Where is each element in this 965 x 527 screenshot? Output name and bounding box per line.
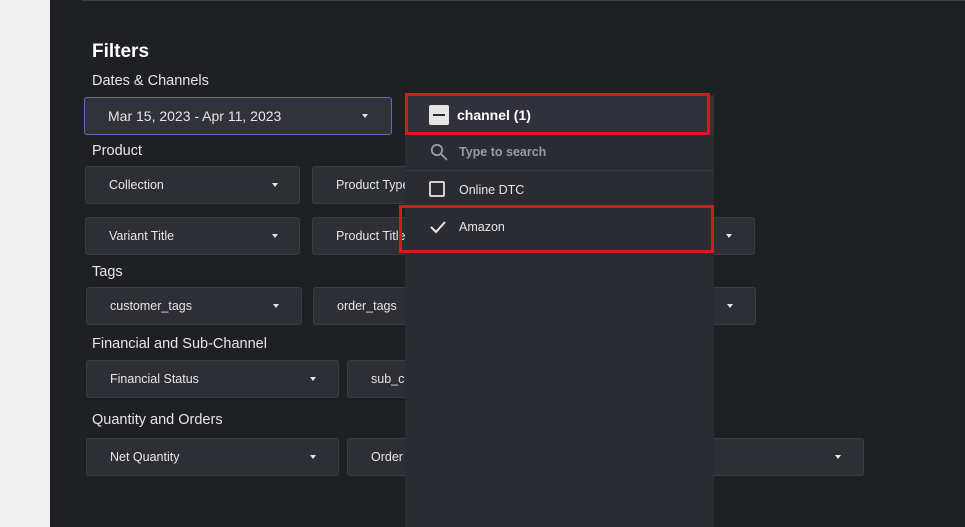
chevron-down-icon — [310, 455, 316, 459]
option-online-dtc[interactable]: Online DTC — [405, 172, 714, 208]
date-range-dropdown[interactable]: Mar 15, 2023 - Apr 11, 2023 — [84, 97, 392, 135]
search-icon — [430, 143, 448, 161]
chevron-down-icon — [273, 304, 279, 308]
section-financial-subchannel: Financial and Sub-Channel — [92, 336, 267, 352]
top-divider — [82, 0, 965, 1]
product-type-label: Product Type — [336, 178, 410, 192]
channel-header-label: channel (1) — [457, 107, 531, 123]
customer-tags-dropdown[interactable]: customer_tags — [86, 287, 302, 325]
section-tags: Tags — [92, 264, 123, 280]
chevron-down-icon — [272, 234, 278, 238]
option-label: Online DTC — [459, 183, 525, 197]
option-amazon[interactable]: Amazon — [405, 209, 714, 245]
option-label: Amazon — [459, 220, 505, 234]
chevron-down-icon — [310, 377, 316, 381]
variant-title-dropdown[interactable]: Variant Title — [85, 217, 300, 255]
collection-dropdown[interactable]: Collection — [85, 166, 300, 204]
chevron-down-icon — [835, 455, 841, 459]
chevron-down-icon — [362, 114, 368, 118]
chevron-down-icon — [726, 234, 732, 238]
channel-search-row[interactable]: Type to search — [405, 135, 714, 171]
product-title-label: Product Title — [336, 229, 406, 243]
channel-select-all-row[interactable]: channel (1) — [405, 95, 714, 135]
sub-channel-label: sub_cl — [371, 372, 408, 386]
section-product: Product — [92, 143, 142, 159]
checkmark-icon — [430, 221, 446, 234]
minus-checkbox-icon[interactable] — [429, 105, 449, 125]
section-dates-channels: Dates & Channels — [92, 73, 209, 89]
net-quantity-label: Net Quantity — [110, 450, 180, 464]
chevron-down-icon — [272, 183, 278, 187]
financial-status-label: Financial Status — [110, 372, 199, 386]
customer-tags-label: customer_tags — [110, 299, 192, 313]
net-quantity-dropdown[interactable]: Net Quantity — [86, 438, 339, 476]
collection-label: Collection — [109, 178, 164, 192]
orders-label: Order — [371, 450, 403, 464]
chevron-down-icon — [727, 304, 733, 308]
page-gutter — [0, 0, 50, 527]
channel-dropdown-menu: channel (1) Type to search Online DTC Am… — [405, 95, 714, 527]
channel-search-input[interactable]: Type to search — [459, 145, 546, 159]
section-quantity-orders: Quantity and Orders — [92, 412, 223, 428]
filters-title: Filters — [92, 41, 150, 62]
variant-title-label: Variant Title — [109, 229, 175, 243]
order-tags-label: order_tags — [337, 299, 397, 313]
date-range-label: Mar 15, 2023 - Apr 11, 2023 — [108, 108, 282, 124]
checkbox-icon[interactable] — [429, 181, 445, 197]
financial-status-dropdown[interactable]: Financial Status — [86, 360, 339, 398]
